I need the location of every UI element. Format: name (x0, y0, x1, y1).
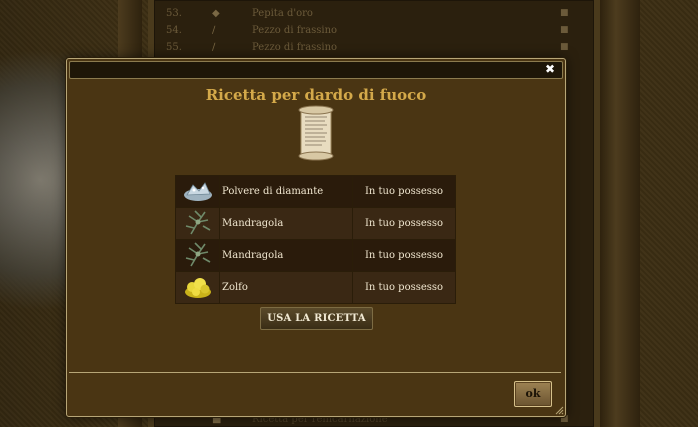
trash-icon[interactable]: ■ (560, 8, 580, 18)
ingredient-status: In tuo possesso (352, 207, 456, 240)
recipe-title: Ricetta per dardo di fuoco (205, 86, 427, 104)
wood-icon: ∕ (212, 24, 216, 36)
item-name: Pezzo di frassino (252, 24, 338, 36)
ingredient-status: In tuo possesso (352, 239, 456, 272)
ingredient-name: Mandragola (219, 207, 353, 240)
trash-icon[interactable]: ■ (560, 25, 580, 35)
ingredient-name: Zolfo (219, 271, 353, 304)
use-recipe-button[interactable]: USA LA RICETTA (260, 307, 373, 330)
ingredient-row: Zolfo In tuo possesso (175, 271, 456, 304)
ok-button[interactable]: ok (514, 381, 552, 407)
ingredient-status: In tuo possesso (352, 175, 456, 208)
mandrake-icon (185, 210, 210, 235)
item-number: 54. (166, 24, 182, 36)
dialog-titlebar[interactable]: ✖ (69, 61, 563, 79)
close-icon[interactable]: ✖ (544, 63, 556, 75)
ingredient-row: Polvere di diamante In tuo possesso (175, 175, 456, 208)
sulfur-icon (184, 278, 211, 298)
list-item[interactable]: 53. ◆ Pepita d'oro ■ (160, 5, 580, 21)
ingredient-row: Mandragola In tuo possesso (175, 207, 456, 240)
item-number: 53. (166, 7, 182, 19)
ingredients-table: Polvere di diamante In tuo possesso Mand… (175, 175, 456, 304)
recipe-dialog: ✖ Ricetta per dardo di fuoco Polvere di … (66, 58, 566, 417)
resize-grip-icon[interactable] (555, 406, 564, 415)
ingredient-row: Mandragola In tuo possesso (175, 239, 456, 272)
wood-icon: ∕ (212, 41, 216, 53)
diamond-dust-icon (183, 182, 212, 201)
mandrake-icon (185, 242, 210, 267)
list-item[interactable]: 54. ∕ Pezzo di frassino ■ (160, 22, 580, 38)
list-rail-right (600, 0, 640, 427)
ingredient-status: In tuo possesso (352, 271, 456, 304)
ingredient-name: Mandragola (219, 239, 353, 272)
footer-divider (69, 372, 561, 373)
item-number: 55. (166, 41, 182, 53)
item-name: Pepita d'oro (252, 7, 313, 19)
item-name: Pezzo di frassino (252, 41, 338, 53)
nugget-icon: ◆ (212, 7, 220, 19)
ingredient-name: Polvere di diamante (219, 175, 353, 208)
list-item[interactable]: 55. ∕ Pezzo di frassino ■ (160, 39, 580, 55)
recipe-scroll-icon (298, 105, 334, 161)
trash-icon[interactable]: ■ (560, 42, 580, 52)
